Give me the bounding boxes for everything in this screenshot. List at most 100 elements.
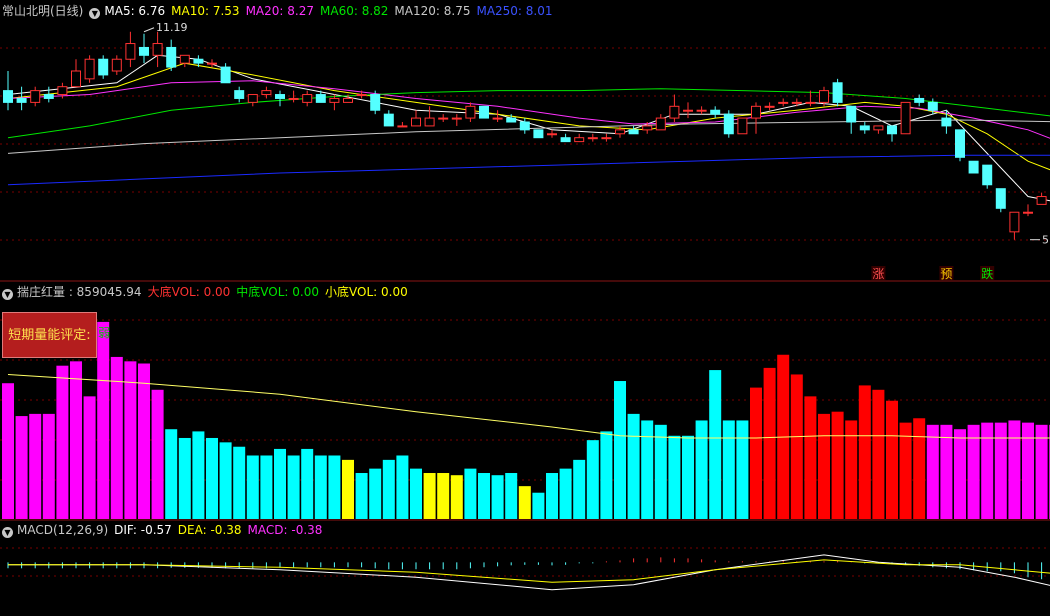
dropdown-icon[interactable]: ▼ [89,8,101,19]
volume-bar [926,424,939,519]
volume-bar [654,424,667,519]
volume-bar [396,455,409,519]
candle-body [207,62,217,65]
volume-bar [573,459,586,519]
dropdown-icon[interactable]: ▼ [2,289,13,300]
volume-bar [954,429,966,519]
candle-body [247,94,258,103]
low-price-label: 5.90 [1042,234,1050,247]
candle-body [751,105,761,119]
candle-body [288,97,299,100]
candle-body [887,125,897,135]
volume-bar [546,473,558,519]
volume-bar [56,365,69,519]
candle-body [601,137,612,140]
candle-body [302,94,313,103]
candle-body [859,125,870,131]
candle-body [383,113,394,127]
high-marker-line [143,27,155,33]
candle-body [16,97,27,103]
candle-body [30,90,41,103]
candle-body [370,94,381,111]
volume-bar [1035,424,1048,519]
volume-bar [790,374,803,519]
volume-bar [940,424,953,519]
candle-body [805,101,816,104]
ma20-label: MA20: 8.27 [245,4,314,18]
candle-body [982,164,993,186]
candle-body [139,46,149,56]
volume-bar [695,420,708,519]
stock-title[interactable]: 常山北明(日线) [2,4,83,18]
candle-body [424,117,435,127]
volume-rating-value: 弱 [98,326,111,340]
candle-body [411,117,421,127]
volume-bar [750,387,762,519]
candle-body [846,105,857,123]
candle-body [261,90,272,96]
volume-bar [736,420,749,519]
candle-body [914,97,925,103]
candle-body [220,66,231,84]
macd-indicator-name[interactable]: MACD(12,26,9) [17,523,108,537]
volume-bar [287,455,300,519]
volume-rating-badge: 短期量能评定: [2,312,97,358]
ma-line-ma10 [7,62,1050,171]
signal-marker: 预 [940,267,952,281]
candle-body [723,113,734,135]
candle-body [492,117,503,120]
volume-bar [314,455,327,519]
candle-body [560,137,571,143]
candle-body [166,46,177,68]
volume-bar [913,418,926,519]
volume-bar [586,440,599,519]
candle-body [275,94,285,99]
candle-body [451,117,462,120]
candle-body [57,86,68,96]
mid-bottom-vol: 中底VOL: 0.00 [236,285,320,299]
ma60-label: MA60: 8.82 [320,4,389,18]
candle-body [819,90,829,103]
candle-body [628,129,639,135]
dropdown-icon[interactable]: ▼ [2,527,13,538]
volume-bar [804,396,817,519]
candle-body [587,137,598,140]
candle-body [710,109,721,115]
candle-body [764,105,775,108]
volume-bar [709,370,722,519]
candle-body [519,121,530,131]
volume-bar [206,437,218,519]
volume-bar [301,448,314,519]
volume-bar [151,389,164,519]
volume-bar [342,459,354,519]
candle-body [737,117,748,135]
high-price-label: 11.19 [156,21,188,34]
candle-body [179,54,190,64]
volume-bar [70,361,82,519]
candle-body [315,94,326,103]
volume-bar [2,383,14,519]
ma120-label: MA120: 8.75 [394,4,471,18]
volume-bar [872,389,885,519]
candle-body [955,129,965,158]
signal-marker: 涨 [872,266,884,281]
volume-bar [382,459,395,519]
candle-body [43,94,54,99]
candle-body [234,90,245,99]
candle-body [343,97,353,103]
candle-body [125,43,136,60]
volume-bar [29,413,42,519]
candle-body [669,105,680,119]
volume-bar [464,468,477,519]
candle-body [873,125,884,131]
volume-bar [450,475,463,519]
volume-bar [763,367,776,519]
volume-bar [505,473,518,519]
ma10-label: MA10: 7.53 [171,4,240,18]
candle-body [98,58,109,76]
volume-indicator-name[interactable]: 揣庄红量 : 859045.94 [17,285,142,299]
volume-bar [369,468,382,519]
volume-bar [491,475,504,519]
volume-bar [858,385,871,519]
volume-bar [614,381,626,519]
